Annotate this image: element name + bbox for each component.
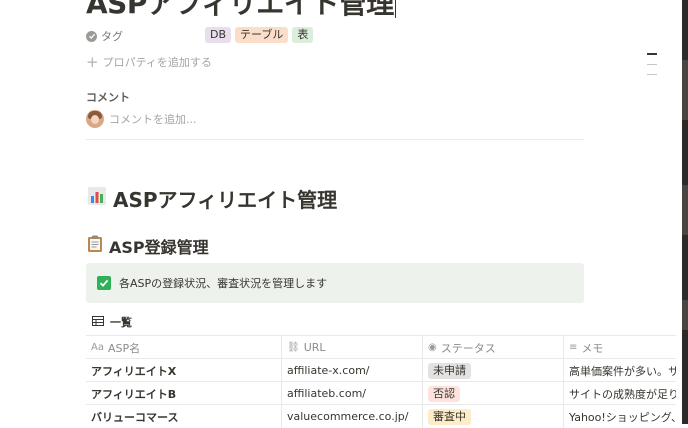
- cell-text: Yahoo!ショッピング、: [569, 410, 676, 424]
- column-header-label: ステータス: [440, 341, 496, 355]
- table-cell-url[interactable]: valuecommerce.co.jp/: [282, 405, 423, 428]
- title-icon: Aa: [91, 342, 104, 353]
- table-cell-memo[interactable]: 高単価案件が多い。サ: [564, 359, 676, 382]
- table-cell-memo[interactable]: Yahoo!ショッピング、: [564, 405, 676, 428]
- property-tags[interactable]: タグ: [86, 27, 123, 45]
- page-title-text[interactable]: ASPアフィリエイト管理: [86, 0, 394, 20]
- table-view-icon: [92, 315, 104, 329]
- cell-text: valuecommerce.co.jp/: [287, 410, 409, 423]
- clipboard-icon: [87, 235, 103, 257]
- status-badge: 未申請: [428, 362, 471, 379]
- table-row[interactable]: バリューコマース valuecommerce.co.jp/審査中 Yahoo!ショッ…: [86, 404, 676, 428]
- cell-text: サイトの成熟度が足り: [569, 387, 676, 401]
- heading-1-text: ASPアフィリエイト管理: [113, 188, 338, 212]
- tag-list[interactable]: DB テーブル表: [205, 27, 314, 43]
- view-tab-list[interactable]: 一覧: [92, 314, 132, 330]
- plus-icon: +: [86, 53, 99, 71]
- bar-chart-icon: [87, 186, 107, 211]
- cell-text: アフィリエイトX: [91, 364, 177, 378]
- add-property-button[interactable]: + プロパティを追加する: [86, 54, 212, 70]
- background-window-edge: [682, 0, 688, 424]
- table-cell-status[interactable]: 審査中: [423, 405, 564, 428]
- heading-1[interactable]: ASPアフィリエイト管理: [87, 184, 337, 213]
- add-property-label: プロパティを追加する: [102, 56, 212, 69]
- tag-chip[interactable]: 表: [292, 27, 314, 43]
- column-header[interactable]: ◉ ステータス: [423, 336, 564, 359]
- cell-text: affiliate-x.com/: [287, 364, 370, 377]
- cell-text: affiliateb.com/: [287, 387, 366, 400]
- column-header-label: メモ: [581, 341, 604, 355]
- heading-2-text: ASP登録管理: [109, 238, 209, 257]
- status-badge: 審査中: [428, 408, 471, 425]
- status-badge: 否認: [428, 385, 460, 402]
- column-header-label: URL: [303, 341, 326, 354]
- column-header[interactable]: ≡ メモ: [564, 336, 676, 359]
- cell-text: アフィリエイトB: [91, 387, 177, 401]
- comment-input[interactable]: コメントを追加...: [86, 110, 197, 128]
- text-caret: [394, 0, 396, 18]
- tag-chip[interactable]: テーブル: [235, 27, 289, 43]
- page-outline[interactable]: [647, 53, 657, 84]
- table-cell-name[interactable]: アフィリエイトB: [86, 382, 282, 405]
- text-icon: ≡: [569, 342, 578, 353]
- property-tags-label: タグ: [101, 30, 123, 43]
- link-icon: ⛓: [287, 342, 300, 353]
- tag-chip[interactable]: DB: [205, 27, 232, 43]
- table-cell-memo[interactable]: サイトの成熟度が足り: [564, 382, 676, 405]
- table-cell-status[interactable]: 未申請: [423, 359, 564, 382]
- column-header[interactable]: ⛓ URL: [282, 336, 423, 359]
- divider: [86, 139, 584, 140]
- table-row[interactable]: アフィリエイトX affiliate-x.com/未申請 高単価案件が多い。サ: [86, 358, 676, 382]
- table-cell-url[interactable]: affiliateb.com/: [282, 382, 423, 405]
- cell-text: 高単価案件が多い。サ: [569, 364, 676, 378]
- comments-label: コメント: [86, 91, 130, 104]
- avatar: [86, 110, 104, 128]
- page-title[interactable]: ASPアフィリエイト管理: [86, 0, 396, 22]
- table-cell-url[interactable]: affiliate-x.com/: [282, 359, 423, 382]
- table-cell-status[interactable]: 否認: [423, 382, 564, 405]
- cell-text: バリューコマース: [91, 410, 179, 424]
- view-name: 一覧: [110, 316, 132, 329]
- status-icon: ◉: [428, 342, 437, 353]
- table-cell-name[interactable]: アフィリエイトX: [86, 359, 282, 382]
- check-mark-icon: [97, 276, 111, 290]
- callout-text: 各ASPの登録状況、審査状況を管理します: [119, 277, 328, 290]
- column-header[interactable]: Aa ASP名: [86, 336, 282, 359]
- callout-block[interactable]: 各ASPの登録状況、審査状況を管理します: [86, 263, 584, 303]
- comment-placeholder: コメントを追加...: [109, 113, 197, 126]
- tag-property-icon: [86, 30, 97, 42]
- table-row[interactable]: アフィリエイトB affiliateb.com/否認 サイトの成熟度が足り: [86, 381, 676, 405]
- column-header-label: ASP名: [107, 341, 141, 355]
- heading-2[interactable]: ASP登録管理: [87, 234, 209, 258]
- table-header-row: Aa ASP名 ⛓ URL ◉ ステータス ≡ メモ: [86, 335, 676, 359]
- table-cell-name[interactable]: バリューコマース: [86, 405, 282, 428]
